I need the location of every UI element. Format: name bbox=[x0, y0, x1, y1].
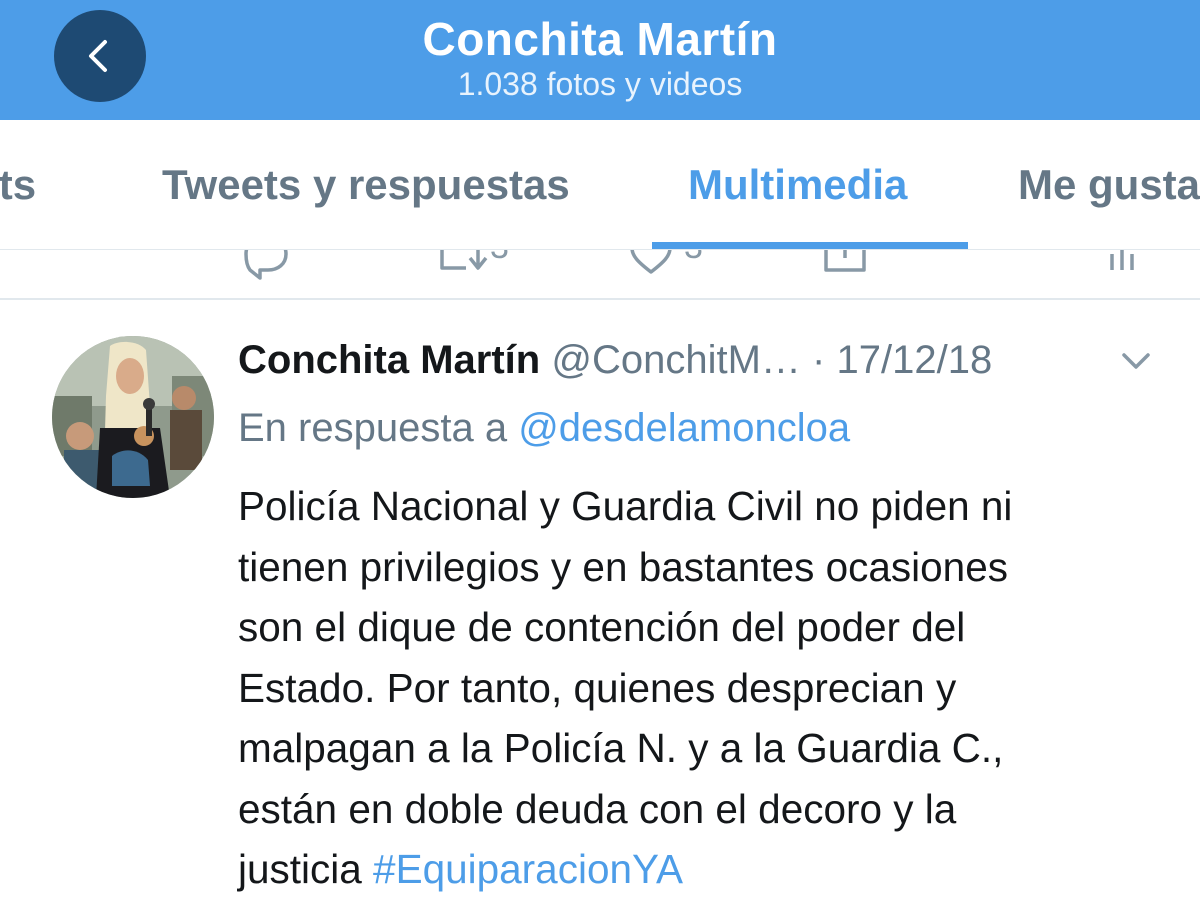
tweet-date[interactable]: 17/12/18 bbox=[836, 338, 992, 382]
tweet-text-line: malpagan a la Policía N. y a la Guardia … bbox=[238, 725, 1004, 771]
reply-mention-link[interactable]: @desdelamoncloa bbox=[518, 406, 850, 450]
separator: · bbox=[812, 338, 837, 382]
tab-tweets-and-replies[interactable]: Tweets y respuestas bbox=[162, 158, 570, 212]
reply-icon[interactable] bbox=[240, 250, 290, 294]
like-count: 3 bbox=[684, 250, 703, 267]
profile-photo bbox=[52, 336, 214, 498]
tweet-text: Policía Nacional y Guardia Civil no pide… bbox=[238, 476, 1178, 900]
selected-tab-indicator bbox=[652, 242, 968, 249]
tweet-text-line: Estado. Por tanto, quienes desprecian y bbox=[238, 664, 957, 711]
tweet-text-line: tienen privilegios y en bastantes ocasio… bbox=[238, 543, 1008, 590]
like-icon[interactable] bbox=[626, 250, 676, 294]
retweet-count: 3 bbox=[490, 250, 509, 267]
tweet-text-fragment: justicia bbox=[238, 846, 374, 892]
tab-multimedia[interactable]: Multimedia bbox=[688, 158, 907, 212]
tweet-text-line: Policía Nacional y Guardia Civil no pide… bbox=[238, 483, 1013, 529]
tweet-header: Conchita Martín @ConchitM… · 17/12/18 bbox=[238, 336, 992, 384]
tweet-text-line: están en doble deuda con el decoro y la bbox=[238, 785, 957, 832]
profile-title: Conchita Martín bbox=[422, 13, 778, 65]
hashtag-link[interactable]: #EquiparacionYA bbox=[373, 846, 683, 892]
tweet[interactable]: Conchita Martín @ConchitM… · 17/12/18 En… bbox=[0, 300, 1200, 910]
reply-context: En respuesta a @desdelamoncloa bbox=[238, 404, 850, 452]
profile-header: Conchita Martín 1.038 fotos y videos bbox=[0, 0, 1200, 120]
reply-prefix: En respuesta a bbox=[238, 406, 519, 450]
tab-tweets[interactable]: eets bbox=[0, 158, 36, 212]
avatar[interactable] bbox=[52, 336, 214, 498]
profile-tabs: eets Tweets y respuestas Multimedia Me g… bbox=[0, 120, 1200, 250]
previous-tweet-action-bar: 3 3 bbox=[0, 250, 1200, 300]
display-name[interactable]: Conchita Martín bbox=[238, 338, 540, 382]
tweet-text-line: son el dique de contención del poder del bbox=[238, 604, 966, 650]
share-icon[interactable] bbox=[820, 250, 870, 294]
tweet-text-last-line: justicia #EquiparacionYA bbox=[238, 839, 1178, 900]
media-count: 1.038 fotos y videos bbox=[457, 66, 743, 102]
chevron-down-icon[interactable] bbox=[1118, 346, 1154, 376]
tab-likes[interactable]: Me gusta bbox=[1018, 158, 1200, 212]
retweet-icon[interactable] bbox=[432, 250, 492, 294]
analytics-icon[interactable] bbox=[1104, 250, 1144, 294]
user-handle[interactable]: @ConchitM… bbox=[551, 338, 801, 382]
